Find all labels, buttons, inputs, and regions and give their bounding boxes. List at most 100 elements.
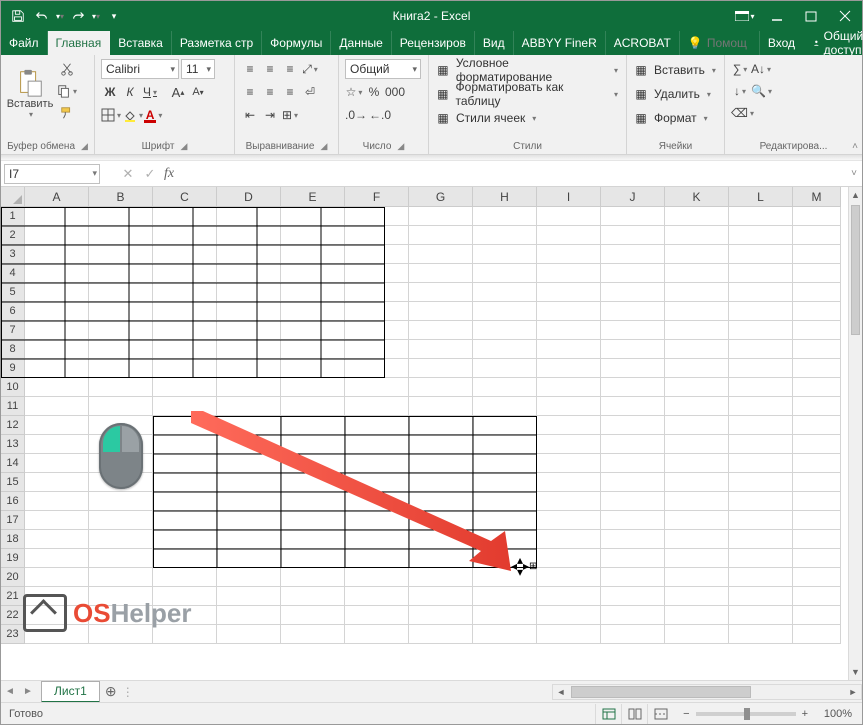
cell[interactable] bbox=[153, 416, 217, 435]
cell[interactable] bbox=[281, 625, 345, 644]
cell[interactable] bbox=[473, 207, 537, 226]
number-format-combo[interactable]: Общий bbox=[345, 59, 421, 79]
zoom-slider[interactable] bbox=[696, 712, 796, 716]
cell[interactable] bbox=[665, 226, 729, 245]
cell[interactable] bbox=[89, 568, 153, 587]
cell[interactable] bbox=[345, 207, 409, 226]
row-header[interactable]: 22 bbox=[1, 606, 25, 625]
column-header[interactable]: K bbox=[665, 187, 729, 207]
cell[interactable] bbox=[793, 549, 841, 568]
cell[interactable] bbox=[409, 283, 473, 302]
paste-button[interactable]: Вставить▾ bbox=[7, 59, 53, 127]
tab-formulas[interactable]: Формулы bbox=[262, 31, 331, 55]
cell[interactable] bbox=[409, 606, 473, 625]
cell[interactable] bbox=[345, 625, 409, 644]
cell[interactable] bbox=[25, 245, 89, 264]
cell[interactable] bbox=[409, 549, 473, 568]
sheet-tab-active[interactable]: Лист1 bbox=[41, 681, 100, 703]
cell[interactable] bbox=[665, 264, 729, 283]
cell[interactable] bbox=[217, 473, 281, 492]
row-header[interactable]: 6 bbox=[1, 302, 25, 321]
borders-icon[interactable]: ▾ bbox=[101, 105, 121, 125]
cell[interactable] bbox=[409, 568, 473, 587]
tab-view[interactable]: Вид bbox=[475, 31, 514, 55]
cell[interactable] bbox=[473, 226, 537, 245]
align-right-icon[interactable]: ≡ bbox=[281, 82, 299, 102]
cell[interactable] bbox=[153, 454, 217, 473]
row-header[interactable]: 17 bbox=[1, 511, 25, 530]
align-middle-icon[interactable]: ≡ bbox=[261, 59, 279, 79]
minimize-button[interactable] bbox=[760, 1, 794, 31]
zoom-in-icon[interactable]: + bbox=[802, 708, 808, 720]
cell[interactable] bbox=[665, 606, 729, 625]
shrink-font-icon[interactable]: A▾ bbox=[189, 82, 207, 102]
cell[interactable] bbox=[537, 397, 601, 416]
cell[interactable] bbox=[153, 435, 217, 454]
cell[interactable] bbox=[409, 587, 473, 606]
cell[interactable] bbox=[89, 359, 153, 378]
cell[interactable] bbox=[793, 606, 841, 625]
cell[interactable] bbox=[25, 397, 89, 416]
tab-data[interactable]: Данные bbox=[331, 31, 391, 55]
cell[interactable] bbox=[281, 302, 345, 321]
zoom-slider-handle[interactable] bbox=[744, 708, 750, 720]
cell[interactable] bbox=[793, 245, 841, 264]
vscroll-thumb[interactable] bbox=[851, 205, 860, 335]
cell[interactable] bbox=[281, 397, 345, 416]
cell[interactable] bbox=[729, 568, 793, 587]
cell[interactable] bbox=[729, 492, 793, 511]
format-painter-icon[interactable] bbox=[57, 103, 77, 123]
cell[interactable] bbox=[729, 435, 793, 454]
cell[interactable] bbox=[89, 492, 153, 511]
cell[interactable] bbox=[153, 340, 217, 359]
cell[interactable] bbox=[25, 321, 89, 340]
column-header[interactable]: A bbox=[25, 187, 89, 207]
cell[interactable] bbox=[537, 511, 601, 530]
increase-decimal-icon[interactable]: .0→ bbox=[345, 105, 367, 125]
cell[interactable] bbox=[281, 435, 345, 454]
cell[interactable] bbox=[153, 378, 217, 397]
cell[interactable] bbox=[537, 549, 601, 568]
cell[interactable] bbox=[537, 283, 601, 302]
column-header[interactable]: J bbox=[601, 187, 665, 207]
tab-review[interactable]: Рецензиров bbox=[392, 31, 475, 55]
cell[interactable] bbox=[25, 568, 89, 587]
cell[interactable] bbox=[601, 340, 665, 359]
cell[interactable] bbox=[793, 473, 841, 492]
cell[interactable] bbox=[793, 416, 841, 435]
cell[interactable] bbox=[25, 435, 89, 454]
vertical-scrollbar[interactable]: ▲ ▼ bbox=[848, 187, 862, 680]
cell[interactable] bbox=[153, 549, 217, 568]
cell[interactable] bbox=[601, 435, 665, 454]
cell[interactable] bbox=[665, 378, 729, 397]
cell[interactable] bbox=[25, 283, 89, 302]
cell[interactable] bbox=[729, 245, 793, 264]
cell[interactable] bbox=[217, 492, 281, 511]
cell[interactable] bbox=[345, 530, 409, 549]
cell[interactable] bbox=[217, 511, 281, 530]
cell[interactable] bbox=[89, 511, 153, 530]
align-left-icon[interactable]: ≡ bbox=[241, 82, 259, 102]
cell[interactable] bbox=[281, 416, 345, 435]
cell[interactable] bbox=[409, 625, 473, 644]
copy-icon[interactable]: ▾ bbox=[57, 81, 77, 101]
find-select-icon[interactable]: 🔍▾ bbox=[751, 81, 772, 101]
cell[interactable] bbox=[217, 416, 281, 435]
tab-abbyy[interactable]: ABBYY FineR bbox=[514, 31, 606, 55]
cell[interactable] bbox=[281, 492, 345, 511]
tab-acrobat[interactable]: ACROBAT bbox=[606, 31, 680, 55]
cell[interactable] bbox=[281, 530, 345, 549]
cell[interactable] bbox=[537, 416, 601, 435]
cell[interactable] bbox=[409, 302, 473, 321]
italic-button[interactable]: К bbox=[121, 82, 139, 102]
font-launcher-icon[interactable]: ◢ bbox=[180, 141, 187, 152]
cell[interactable] bbox=[729, 625, 793, 644]
cell[interactable] bbox=[729, 264, 793, 283]
cell[interactable] bbox=[281, 283, 345, 302]
cell[interactable] bbox=[281, 264, 345, 283]
cell[interactable] bbox=[537, 321, 601, 340]
cell[interactable] bbox=[601, 587, 665, 606]
cell[interactable] bbox=[537, 378, 601, 397]
cell[interactable] bbox=[729, 530, 793, 549]
font-name-combo[interactable]: Calibri bbox=[101, 59, 179, 79]
